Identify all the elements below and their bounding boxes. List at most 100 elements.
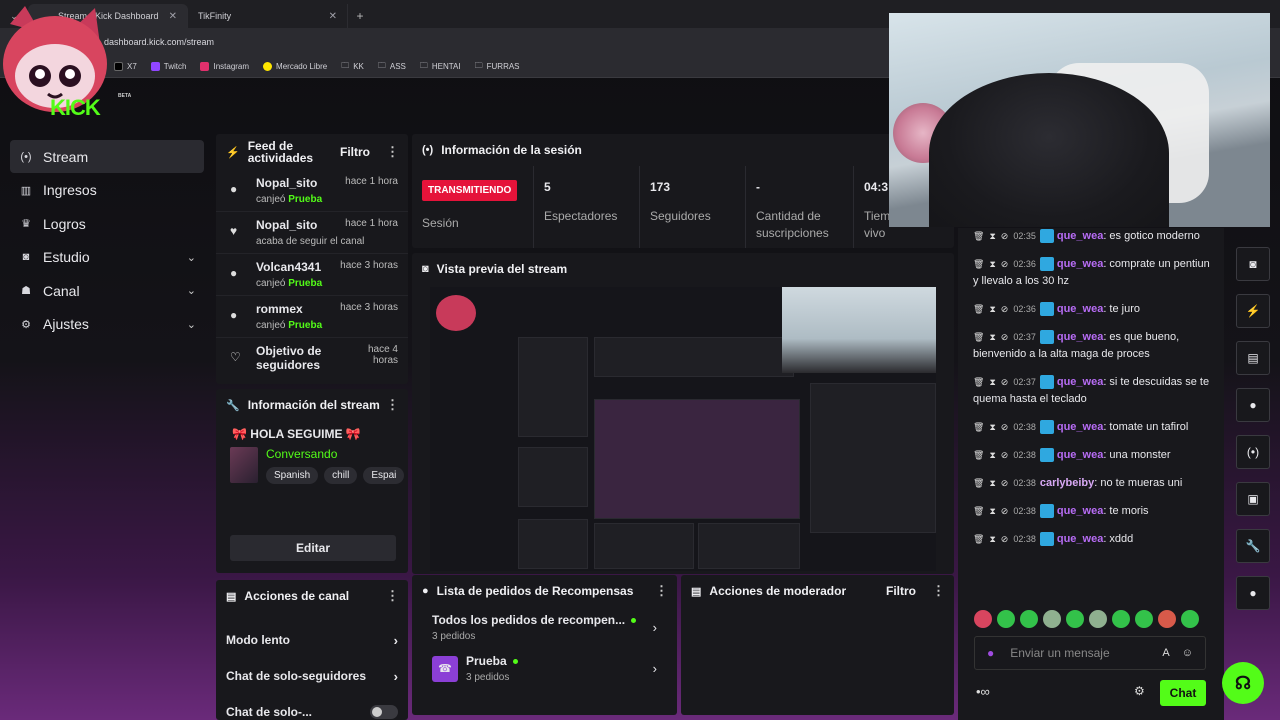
lightning-icon[interactable]: ⚡ (1236, 294, 1270, 328)
ban-icon[interactable]: ⊘ (1001, 422, 1009, 432)
action-slow-mode[interactable]: Modo lento › (216, 622, 408, 658)
emote-icon[interactable] (1043, 610, 1061, 628)
tab-tikfinity[interactable]: TikFinity ✕ (188, 4, 348, 28)
stream-preview-video[interactable] (430, 287, 936, 571)
ban-icon[interactable]: ⊘ (1001, 332, 1009, 342)
broadcast-icon[interactable]: (•) (1236, 435, 1270, 469)
bookmark-folder-furras[interactable]: 🗀 FURRAS (475, 60, 520, 74)
chat-input[interactable]: ● Enviar un mensaje A ☺ (974, 636, 1206, 670)
sidebar-item-estudio[interactable]: ◙ Estudio ⌄ (10, 241, 204, 274)
timeout-icon[interactable]: ⧗ (989, 422, 995, 432)
reward-all-requests[interactable]: Todos los pedidos de recompen... 3 pedido… (412, 607, 677, 648)
ban-icon[interactable]: ⊘ (1001, 450, 1009, 460)
feed-user[interactable]: Nopal_sito (256, 218, 317, 232)
delete-icon[interactable]: 🗑 (973, 422, 984, 432)
timeout-icon[interactable]: ⧗ (989, 377, 995, 387)
close-icon[interactable]: ✕ (169, 11, 177, 22)
chat-username[interactable]: que_wea (1057, 230, 1103, 242)
timeout-icon[interactable]: ⧗ (989, 231, 995, 241)
mod-filter-button[interactable]: Filtro (886, 584, 916, 598)
close-icon[interactable]: ✕ (329, 11, 337, 22)
category-name[interactable]: Conversando (266, 447, 404, 461)
rewards-icon[interactable]: ● (1236, 576, 1270, 610)
ban-icon[interactable]: ⊘ (1001, 231, 1009, 241)
ban-icon[interactable]: ⊘ (1001, 534, 1009, 544)
sidebar-item-ajustes[interactable]: ⚙ Ajustes ⌄ (10, 308, 204, 341)
timeout-icon[interactable]: ⧗ (989, 478, 995, 488)
chat-username[interactable]: que_wea (1057, 533, 1103, 545)
emote-icon[interactable] (1112, 610, 1130, 628)
microphone-icon[interactable]: ● (987, 646, 994, 660)
wrench-icon[interactable]: 🔧 (1236, 529, 1270, 563)
chat-send-button[interactable]: Chat (1160, 680, 1206, 706)
feed-user[interactable]: Volcan4341 (256, 260, 321, 274)
emote-icon[interactable] (997, 610, 1015, 628)
emote-icon[interactable] (1181, 610, 1199, 628)
action-followers-only[interactable]: Chat de solo-seguidores › (216, 658, 408, 694)
delete-icon[interactable]: 🗑 (973, 478, 984, 488)
chat-username[interactable]: que_wea (1057, 421, 1103, 433)
timeout-icon[interactable]: ⧗ (989, 534, 995, 544)
sidebar-item-logros[interactable]: ♛ Logros (10, 207, 204, 240)
document-icon[interactable]: ▤ (1236, 341, 1270, 375)
camera-icon[interactable]: ◙ (1236, 247, 1270, 281)
toggle-switch[interactable] (370, 705, 398, 719)
chat-username[interactable]: que_wea (1057, 258, 1103, 270)
new-tab-button[interactable]: + (348, 4, 372, 28)
emote-icon[interactable] (1066, 610, 1084, 628)
delete-icon[interactable]: 🗑 (973, 534, 984, 544)
edit-button[interactable]: Editar (230, 535, 396, 561)
gear-icon[interactable]: ⚙ (1134, 684, 1145, 698)
delete-icon[interactable]: 🗑 (973, 231, 984, 241)
ban-icon[interactable]: ⊘ (1001, 377, 1009, 387)
card-icon[interactable]: ▣ (1236, 482, 1270, 516)
feed-user[interactable]: Nopal_sito (256, 176, 317, 190)
bookmark-folder-ass[interactable]: 🗀 ASS (378, 60, 406, 74)
support-chat-icon[interactable]: ☊ (1222, 662, 1264, 704)
sidebar-item-canal[interactable]: ☗ Canal ⌄ (10, 274, 204, 307)
emoji-icon[interactable]: ☺ (1182, 647, 1193, 659)
ban-icon[interactable]: ⊘ (1001, 506, 1009, 516)
emote-icon[interactable] (1158, 610, 1176, 628)
emote-icon[interactable] (1135, 610, 1153, 628)
delete-icon[interactable]: 🗑 (973, 259, 984, 269)
emote-icon[interactable] (1089, 610, 1107, 628)
emote-icon[interactable] (1020, 610, 1038, 628)
more-options-icon[interactable]: ⋮ (932, 583, 945, 599)
bookmark-folder-kk[interactable]: 🗀 KK (341, 60, 364, 74)
sidebar-item-ingresos[interactable]: ▥ Ingresos (10, 174, 204, 207)
timeout-icon[interactable]: ⧗ (989, 450, 995, 460)
ban-icon[interactable]: ⊘ (1001, 259, 1009, 269)
chat-bubble-icon[interactable]: ● (1236, 388, 1270, 422)
translate-icon[interactable]: A (1162, 647, 1169, 659)
timeout-icon[interactable]: ⧗ (989, 506, 995, 516)
chat-username[interactable]: que_wea (1057, 303, 1103, 315)
kick-logo[interactable]: KICK (50, 95, 101, 121)
more-options-icon[interactable]: ⋮ (655, 583, 668, 599)
action-solo[interactable]: Chat de solo-... (216, 694, 408, 720)
ban-icon[interactable]: ⊘ (1001, 304, 1009, 314)
chat-username[interactable]: que_wea (1057, 505, 1103, 517)
chat-username[interactable]: que_wea (1057, 331, 1103, 343)
chat-username[interactable]: carlybeiby (1040, 477, 1094, 489)
more-options-icon[interactable]: ⋮ (386, 397, 399, 413)
emote-icon[interactable] (974, 610, 992, 628)
chat-username[interactable]: que_wea (1057, 376, 1103, 388)
delete-icon[interactable]: 🗑 (973, 304, 984, 314)
reward-prueba[interactable]: ☎ Prueba 3 pedidos › (412, 648, 677, 689)
delete-icon[interactable]: 🗑 (973, 450, 984, 460)
bookmark-folder-hentai[interactable]: 🗀 HENTAI (420, 60, 461, 74)
delete-icon[interactable]: 🗑 (973, 377, 984, 387)
feed-user[interactable]: rommex (256, 302, 303, 316)
timeout-icon[interactable]: ⧗ (989, 332, 995, 342)
timeout-icon[interactable]: ⧗ (989, 259, 995, 269)
sidebar-item-stream[interactable]: (•) Stream (10, 140, 204, 173)
more-options-icon[interactable]: ⋮ (386, 588, 399, 604)
bookmark-mercado-libre[interactable]: Mercado Libre (263, 62, 327, 71)
timeout-icon[interactable]: ⧗ (989, 304, 995, 314)
feed-filter-button[interactable]: Filtro (340, 145, 370, 159)
bookmark-twitch[interactable]: Twitch (150, 62, 186, 71)
chat-username[interactable]: que_wea (1057, 449, 1103, 461)
bookmark-instagram[interactable]: Instagram (200, 62, 249, 71)
more-options-icon[interactable]: ⋮ (386, 144, 399, 160)
